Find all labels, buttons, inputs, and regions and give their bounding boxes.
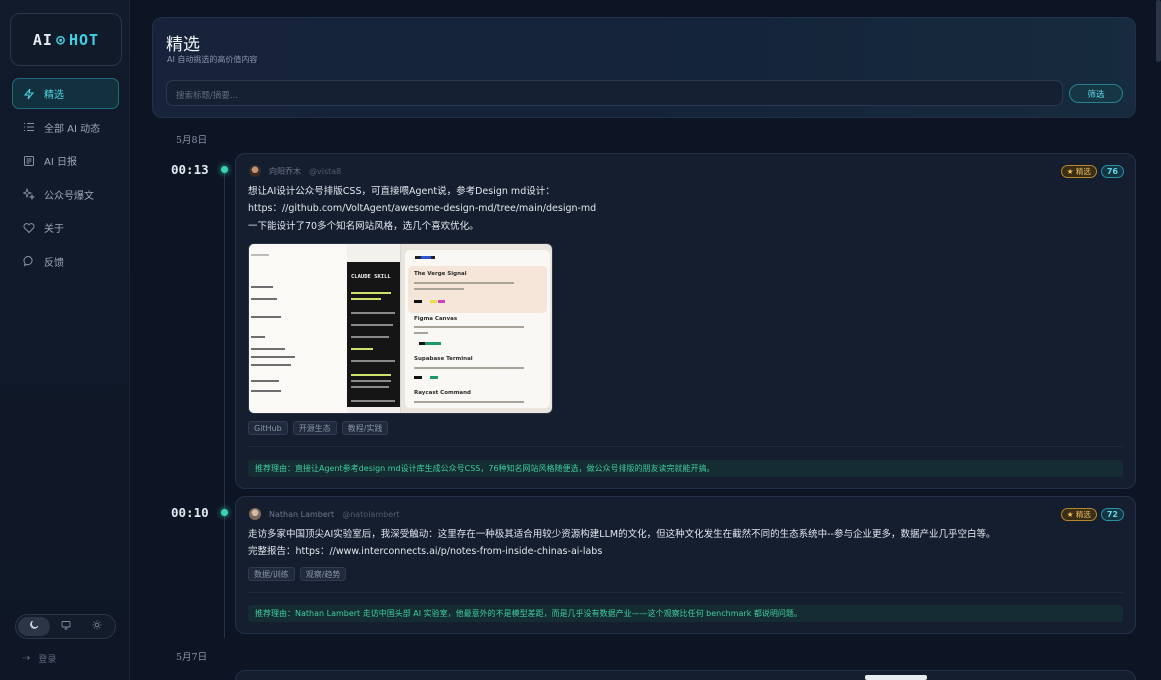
style-list-panel: The Verge Signal Figma Canvas Supabase T…	[405, 250, 550, 408]
terminal-title: CLAUDE SKILL	[351, 274, 391, 280]
post-line: 一下能设计了70多个知名网站风格，选几个喜欢优化。	[248, 220, 479, 232]
monitor-icon	[61, 620, 71, 633]
sidebar-item-label: 精选	[44, 90, 64, 101]
post-link[interactable]: https：//github.com/VoltAgent/awesome-des…	[248, 200, 596, 217]
page-header: 精选 AI 自动挑选的高价值内容 搜索标题/摘要... 筛选	[152, 17, 1136, 118]
sidebar-nav: 精选 全部 AI 动态 AI 日报 公众号爆文 关于 反馈	[12, 78, 119, 279]
logo-text-hot: HOT	[69, 30, 100, 49]
sidebar-item-label: 反馈	[44, 257, 64, 269]
style-name: Figma Canvas	[414, 316, 458, 322]
recommendation-reason: 推荐理由：直接让Agent参考design md设计库生成公众号CSS，76种知…	[248, 460, 1123, 477]
post-author[interactable]: 向阳乔木 @vista8	[249, 165, 341, 177]
heart-icon	[22, 221, 36, 235]
post-image[interactable]: CLAUDE SKILL The Verge Signal Figma Canv…	[248, 243, 553, 414]
sidebar-item-label: AI 日报	[44, 157, 77, 168]
image-terminal: CLAUDE SKILL	[347, 262, 401, 407]
sidebar-item-label: 公众号爆文	[44, 190, 94, 202]
style-name: Supabase Terminal	[414, 356, 473, 362]
sun-icon	[92, 620, 102, 633]
recommendation-reason: 推荐理由：Nathan Lambert 走访中国头部 AI 实验室，他最意外的不…	[248, 605, 1123, 622]
tag[interactable]: 观察/趋势	[299, 567, 347, 581]
post-line: 走访多家中国顶尖AI实验室后，我深受触动：这里存在一种极其适合用较少资源构建LL…	[248, 529, 996, 540]
sidebar-item-about[interactable]: 关于	[12, 212, 119, 243]
style-name: Raycast Command	[414, 390, 471, 396]
featured-badge: ★ 精选	[1060, 165, 1097, 178]
system-mode-button[interactable]	[50, 617, 82, 636]
post-author[interactable]: Nathan Lambert @natolambert	[249, 508, 400, 520]
post-link[interactable]: 完整报告：https：//www.interconnects.ai/p/note…	[248, 543, 995, 560]
logo-target-icon: ⊙	[55, 30, 66, 49]
logo-text-ai: AI	[32, 30, 53, 49]
score-badge: 76	[1100, 165, 1124, 178]
style-name: The Verge Signal	[414, 271, 467, 277]
timeline-dot	[221, 509, 228, 516]
search-input[interactable]: 搜索标题/摘要...	[166, 80, 1063, 106]
dark-mode-button[interactable]	[18, 617, 50, 636]
login-icon: ⇢	[22, 653, 31, 664]
featured-badge: ★ 精选	[1060, 508, 1097, 521]
post-tags: GitHub 开源生态 教程/实践	[248, 421, 393, 435]
post-text: 走访多家中国顶尖AI实验室后，我深受触动：这里存在一种极其适合用较少资源构建LL…	[248, 526, 995, 561]
post-text: 想让AI设计公众号排版CSS，可直接喂Agent说，参考Design md设计：…	[248, 183, 596, 235]
image-left-pane: CLAUDE SKILL	[249, 244, 401, 413]
sidebar-item-all-ai-news[interactable]: 全部 AI 动态	[12, 112, 119, 143]
newspaper-icon	[22, 154, 36, 168]
tag[interactable]: 数据/训练	[248, 567, 295, 581]
post-card[interactable]	[235, 670, 1136, 680]
chat-bubble-icon	[22, 254, 36, 268]
author-handle: @vista8	[309, 166, 342, 176]
card-divider	[248, 592, 1123, 593]
login-label: 登录	[38, 655, 57, 665]
sidebar-item-label: 关于	[44, 224, 64, 235]
filter-button[interactable]: 筛选	[1069, 84, 1123, 103]
author-name: Nathan Lambert	[269, 509, 335, 519]
image-right-pane: The Verge Signal Figma Canvas Supabase T…	[401, 244, 552, 413]
sparkle-icon	[22, 187, 36, 201]
card-divider	[248, 446, 1123, 447]
login-link[interactable]: ⇢ 登录	[22, 652, 56, 665]
page-title: 精选	[166, 35, 200, 55]
sidebar-item-featured[interactable]: 精选	[12, 78, 119, 109]
post-badges: ★ 精选 76	[1060, 165, 1124, 178]
page-subtitle: AI 自动挑选的高价值内容	[167, 55, 258, 64]
post-time: 00:10	[171, 505, 209, 520]
moon-icon	[29, 620, 39, 633]
horizontal-scroll-thumb[interactable]	[865, 675, 927, 680]
date-heading: 5月7日	[176, 652, 208, 663]
vertical-scrollbar[interactable]	[1156, 0, 1161, 62]
score-badge: 72	[1100, 508, 1124, 521]
post-tags: 数据/训练 观察/趋势	[248, 567, 351, 581]
sidebar-item-feedback[interactable]: 反馈	[12, 246, 119, 277]
image-document	[249, 244, 347, 413]
timeline-dot	[221, 166, 228, 173]
theme-switch	[15, 614, 116, 639]
sidebar-item-ai-daily[interactable]: AI 日报	[12, 145, 119, 176]
post-card[interactable]: 向阳乔木 @vista8 ★ 精选 76 想让AI设计公众号排版CSS，可直接喂…	[235, 153, 1136, 489]
bolt-icon	[22, 87, 36, 101]
author-name: 向阳乔木	[269, 166, 301, 176]
sidebar-item-viral-articles[interactable]: 公众号爆文	[12, 179, 119, 210]
tag[interactable]: 开源生态	[292, 421, 337, 435]
post-card[interactable]: Nathan Lambert @natolambert ★ 精选 72 走访多家…	[235, 496, 1136, 634]
author-handle: @natolambert	[342, 509, 400, 519]
sidebar: AI ⊙ HOT 精选 全部 AI 动态 AI 日报 公众号爆文 关于 反馈 ⇢…	[0, 0, 130, 680]
tag[interactable]: GitHub	[248, 421, 288, 435]
timeline-line	[224, 170, 225, 638]
date-heading: 5月8日	[176, 135, 208, 146]
sidebar-item-label: 全部 AI 动态	[44, 123, 101, 135]
avatar	[249, 165, 261, 177]
app-logo[interactable]: AI ⊙ HOT	[10, 13, 122, 66]
tag[interactable]: 教程/实践	[341, 421, 389, 435]
list-icon	[22, 120, 36, 134]
light-mode-button[interactable]	[81, 617, 113, 636]
post-time: 00:13	[171, 162, 209, 177]
post-badges: ★ 精选 72	[1060, 508, 1124, 521]
post-line: 想让AI设计公众号排版CSS，可直接喂Agent说，参考Design md设计：	[248, 186, 555, 197]
avatar	[249, 508, 261, 520]
